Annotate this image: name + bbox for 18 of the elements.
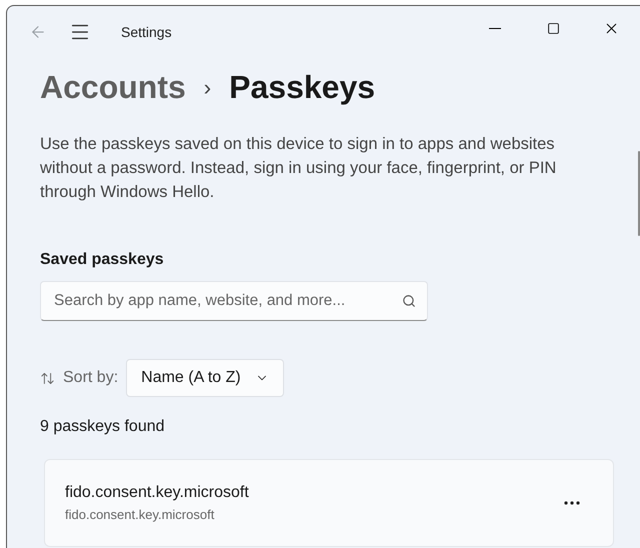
passkey-card[interactable]: fido.consent.key.microsoft fido.consent.key.microsoft	[44, 459, 614, 547]
sort-dropdown[interactable]: Name (A to Z)	[126, 359, 284, 397]
search-icon	[402, 294, 416, 308]
results-count: 9 passkeys found	[40, 417, 166, 437]
page-title: Passkeys	[229, 68, 376, 107]
breadcrumb-separator: ›	[204, 74, 212, 102]
more-icon	[564, 501, 580, 505]
window-title: Settings	[121, 22, 172, 42]
sort-label: Sort by:	[63, 368, 118, 388]
maximize-icon	[546, 22, 560, 34]
passkey-site: fido.consent.key.microsoft	[65, 506, 216, 524]
breadcrumb-parent[interactable]: Accounts	[40, 63, 186, 111]
passkey-name: fido.consent.key.microsoft	[65, 483, 250, 504]
sort-icon	[40, 370, 55, 386]
description-text: Use the passkeys saved on this device to sign in to apps and websites without a password. Instead, sign in using your face, fingerprint, or PIN through Windows Hello.	[40, 134, 558, 203]
scrollbar-thumb[interactable]	[638, 151, 640, 236]
section-title: Saved passkeys	[40, 250, 165, 270]
search-field[interactable]: Search by app name, website, and more...	[40, 281, 428, 321]
